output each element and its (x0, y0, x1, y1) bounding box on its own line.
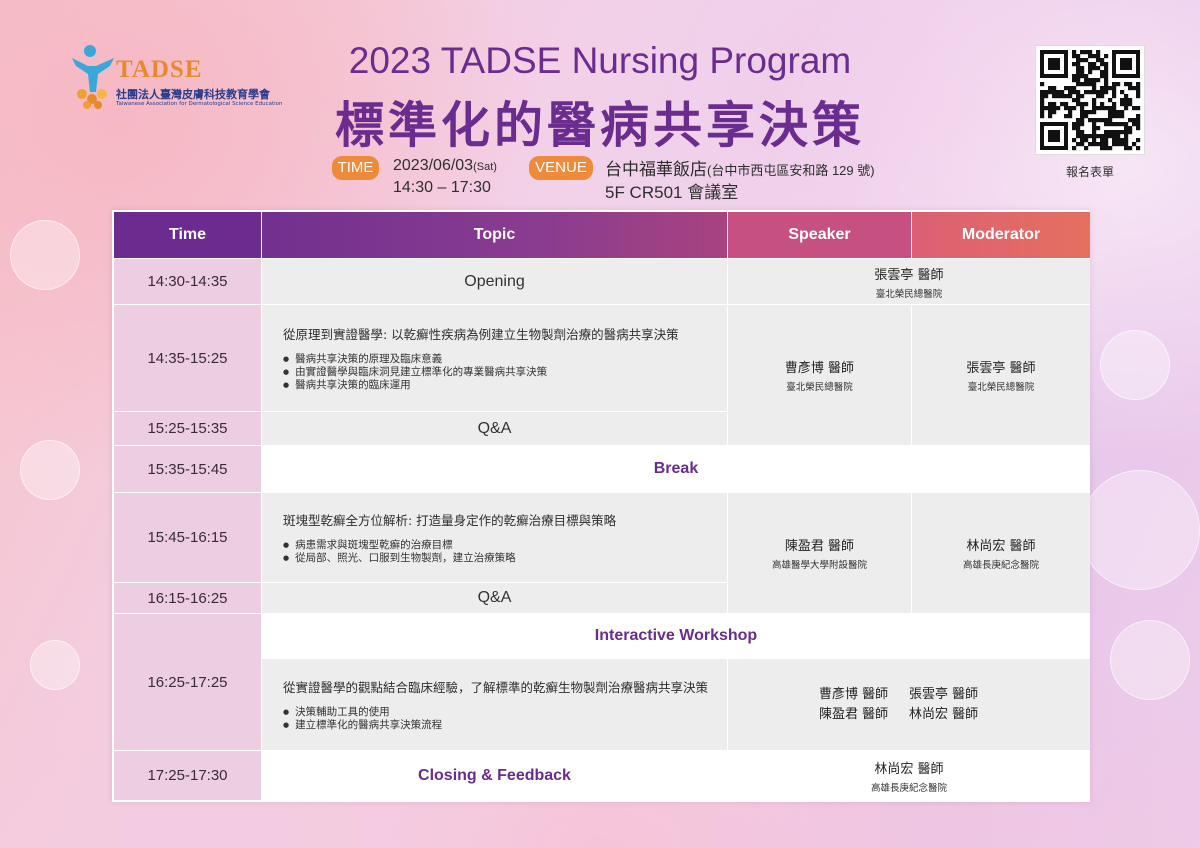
row-time: 15:45-16:15 (114, 493, 261, 582)
list-item: 從局部、照光、口服到生物製劑，建立治療策略 (283, 552, 616, 565)
header-time: Time (114, 212, 261, 258)
qr-label: 報名表單 (1065, 165, 1114, 179)
list-item: 建立標準化的醫病共享決策流程 (283, 719, 708, 732)
topic-opening: Opening (262, 259, 727, 304)
moderator-cell: 林尚宏 醫師 高雄長庚紀念醫院 (912, 493, 1090, 613)
moderator-cell: 張雲亭 醫師 臺北榮民總醫院 (912, 305, 1090, 445)
list-item: 病患需求與斑塊型乾癬的治療目標 (283, 539, 616, 552)
header-speaker: Speaker (728, 212, 911, 258)
speaker-cell: 曹彥博 醫師 臺北榮民總醫院 (728, 305, 911, 445)
page-title-zh: 標準化的醫病共享決策 (334, 97, 865, 154)
qr-code-icon (1040, 50, 1141, 151)
time-badge: TIME (332, 156, 379, 180)
row-time: 14:30-14:35 (114, 259, 261, 304)
topic-closing: Closing & Feedback (262, 751, 727, 800)
opening-host: 張雲亭 醫師 臺北榮民總醫院 (728, 259, 1090, 304)
topic-sdm-principles: 從原理到實證醫學: 以乾癬性疾病為例建立生物製劑治療的醫病共享決策 醫病共享決策… (262, 305, 727, 411)
row-time: 17:25-17:30 (114, 751, 261, 800)
decor-bubble (30, 640, 80, 690)
workshop-title: Interactive Workshop (262, 614, 1090, 658)
topic-qa: Q&A (262, 583, 727, 613)
header-moderator: Moderator (912, 212, 1090, 258)
row-time: 16:15-16:25 (114, 583, 261, 613)
row-time: 16:25-17:25 (114, 614, 261, 750)
topic-workshop: 從實證醫學的觀點結合臨床經驗，了解標準的乾癬生物製劑治療醫病共享決策 決策輔助工… (262, 659, 727, 750)
row-time: 14:35-15:25 (114, 305, 261, 411)
decor-bubble (20, 440, 80, 500)
decor-bubble (1110, 620, 1190, 700)
topic-plaque-psoriasis: 斑塊型乾癬全方位解析: 打造量身定作的乾癬治療目標與策略 病患需求與斑塊型乾癬的… (262, 493, 727, 582)
topic-break: Break (262, 446, 1090, 492)
decor-bubble (1100, 330, 1170, 400)
qr-code[interactable] (1035, 45, 1145, 155)
event-date: 2023/06/03(Sat) (393, 157, 497, 174)
workshop-facilitators: 曹彥博 醫師 張雲亭 醫師 陳盈君 醫師 林尚宏 醫師 (728, 659, 1090, 750)
speaker-cell: 陳盈君 醫師 高雄醫學大學附設醫院 (728, 493, 911, 613)
list-item: 醫病共享決策的原理及臨床意義 (283, 353, 679, 366)
list-item: 由實證醫學與臨床洞見建立標準化的專業醫病共享決策 (283, 366, 679, 379)
list-item: 醫病共享決策的臨床運用 (283, 379, 679, 392)
list-item: 決策輔助工具的使用 (283, 706, 708, 719)
decor-bubble (1080, 470, 1200, 590)
closing-host: 林尚宏 醫師 高雄長庚紀念醫院 (728, 751, 1090, 800)
topic-qa: Q&A (262, 412, 727, 445)
venue-room: 5F CR501 會議室 (605, 183, 739, 202)
venue-badge: VENUE (529, 156, 593, 180)
agenda-table: Time Topic Speaker Moderator 14:30-14:35… (112, 210, 1090, 802)
venue-name: 台中福華飯店(台中市西屯區安和路 129 號) (605, 160, 875, 179)
page-title-en: 2023 TADSE Nursing Program (348, 40, 852, 81)
header-topic: Topic (262, 212, 727, 258)
decor-bubble (10, 220, 80, 290)
row-time: 15:35-15:45 (114, 446, 261, 492)
event-hours: 14:30 – 17:30 (393, 179, 491, 196)
row-time: 15:25-15:35 (114, 412, 261, 445)
